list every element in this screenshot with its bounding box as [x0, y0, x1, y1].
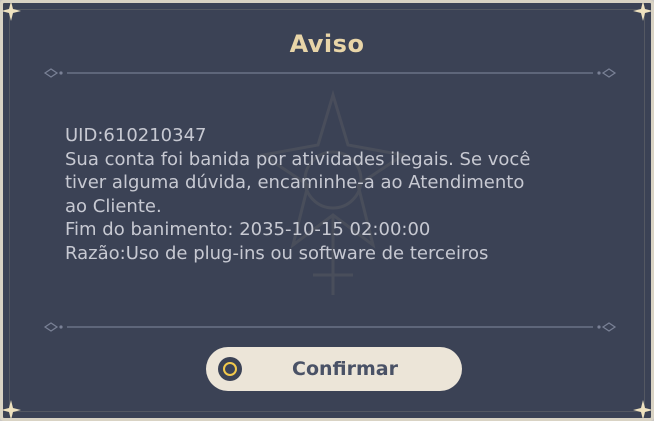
confirm-button[interactable]: Confirmar — [206, 347, 462, 391]
ornament-divider-icon — [43, 68, 617, 78]
message-line: Sua conta foi banida por atividades ileg… — [65, 148, 531, 170]
ban-reason-text: Razão:Uso de plug-ins ou software de ter… — [65, 242, 489, 264]
star-corner-icon — [3, 3, 21, 21]
message-line: ao Cliente. — [65, 195, 162, 217]
uid-text: UID:610210347 — [65, 125, 207, 146]
star-corner-icon — [633, 3, 651, 21]
star-corner-icon — [633, 400, 651, 418]
dialog-title: Aviso — [289, 30, 365, 58]
ornament-divider-icon — [43, 322, 617, 332]
ban-end-text: Fim do banimento: 2035-10-15 02:00:00 — [65, 219, 431, 240]
confirm-button-label: Confirmar — [292, 358, 398, 380]
message-line: tiver alguma dúvida, encaminhe-a ao Aten… — [65, 172, 525, 193]
ban-message: UID:610210347 Sua conta foi banida por a… — [65, 124, 605, 265]
ban-notice-dialog: Aviso UID:610210347 Sua conta foi banida… — [0, 0, 654, 421]
star-corner-icon — [3, 400, 21, 418]
